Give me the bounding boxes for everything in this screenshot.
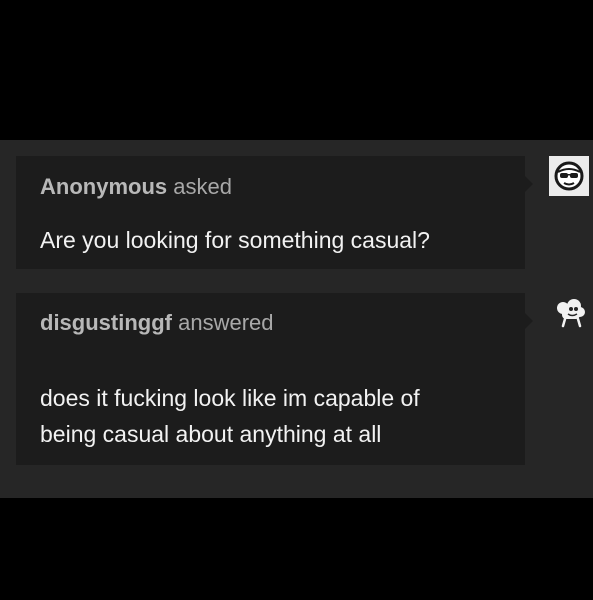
user-avatar-icon	[557, 299, 585, 328]
answerer-avatar[interactable]	[549, 293, 589, 333]
answer-text: does it fucking look like im capable of …	[40, 380, 505, 452]
answer-header: disgustinggf answered	[40, 310, 274, 336]
anonymous-sunglasses-icon	[554, 161, 584, 191]
ask-bubble: Anonymous asked Are you looking for some…	[16, 156, 533, 269]
anonymous-avatar[interactable]	[549, 156, 589, 196]
answer-bubble: disgustinggf answered does it fucking lo…	[16, 293, 533, 465]
answerer-name[interactable]: disgustinggf	[40, 310, 172, 335]
asker-name[interactable]: Anonymous	[40, 174, 167, 199]
asker-verb: asked	[173, 174, 232, 199]
question-text: Are you looking for something casual?	[40, 227, 430, 253]
ask-header: Anonymous asked	[40, 174, 232, 200]
answer-line: does it fucking look like im capable of	[40, 385, 420, 411]
answer-bubble-tail	[525, 313, 533, 329]
answer-line: being casual about anything at all	[40, 421, 382, 447]
answerer-verb: answered	[178, 310, 274, 335]
ask-bubble-tail	[525, 176, 533, 192]
